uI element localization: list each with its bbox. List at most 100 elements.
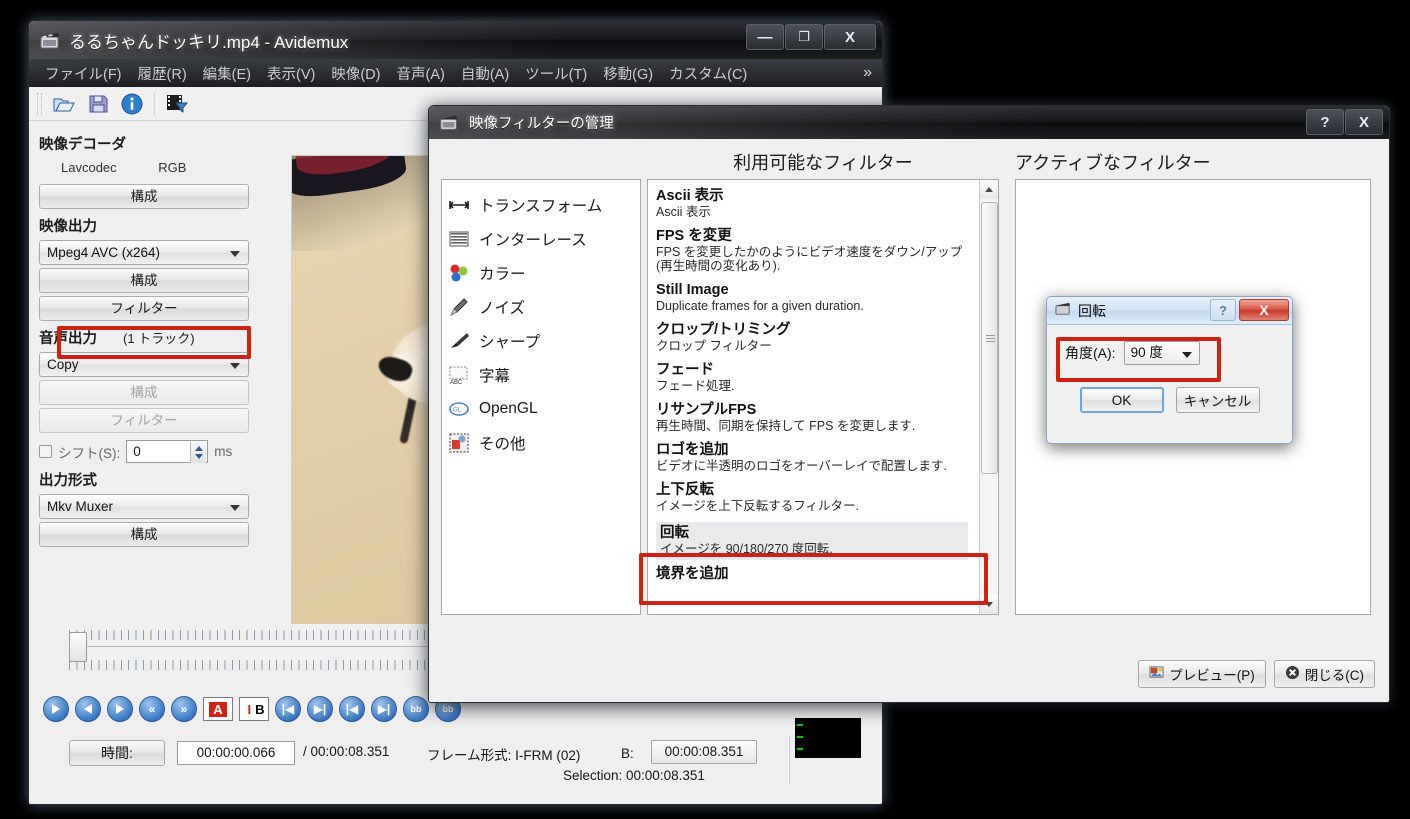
filter-item-ascii[interactable]: Ascii 表示 Ascii 表示 (656, 188, 968, 219)
interlace-icon (448, 228, 470, 250)
menu-item-custom[interactable]: カスタム(C) (661, 63, 755, 84)
menu-item-edit[interactable]: 編集(E) (195, 63, 259, 84)
b-marker-value[interactable]: 00:00:08.351 (651, 740, 757, 764)
rotate-help-button[interactable]: ? (1210, 299, 1236, 321)
sharpen-icon (448, 330, 470, 352)
close-button[interactable]: X (824, 24, 876, 50)
category-item-opengl[interactable]: GL OpenGL (448, 392, 634, 426)
rotate-dialog-titlebar[interactable]: 回転 ? X (1047, 297, 1292, 325)
rotate-cancel-button[interactable]: キャンセル (1175, 387, 1260, 413)
filter-dialog-titlebar[interactable]: 映像フィルターの管理 ? X (429, 106, 1389, 139)
toolbar-grip[interactable] (37, 92, 42, 115)
open-folder-icon[interactable] (52, 92, 76, 116)
play-button[interactable] (43, 696, 69, 722)
stepper-arrows[interactable] (190, 442, 207, 463)
film-clapper-icon (1055, 300, 1072, 322)
prev-black-frame-button[interactable]: bb (403, 696, 429, 722)
previous-frame-button[interactable] (75, 696, 101, 722)
rotate-ok-button[interactable]: OK (1079, 387, 1164, 413)
opengl-icon: GL (448, 398, 470, 420)
audio-configure-button[interactable]: 構成 (39, 380, 249, 405)
video-configure-button[interactable]: 構成 (39, 268, 249, 293)
audio-shift-unit: ms (214, 444, 233, 459)
menu-item-goto[interactable]: 移動(G) (595, 63, 661, 84)
available-filters-heading: 利用可能なフィルター (733, 153, 913, 173)
filter-item-rotate[interactable]: 回転 イメージを 90/180/270 度回転. (656, 522, 968, 560)
current-time-field[interactable]: 00:00:00.066 (177, 741, 295, 765)
save-disk-icon[interactable] (86, 92, 110, 116)
muxer-select[interactable]: Mkv Muxer (39, 494, 249, 519)
filter-dialog-title: 映像フィルターの管理 (469, 116, 614, 132)
filter-name: Still Image (656, 282, 729, 298)
filter-item-fade[interactable]: フェード フェード処理. (656, 362, 968, 393)
category-item-misc[interactable]: その他 (448, 426, 634, 460)
scroll-up-arrow-icon[interactable] (980, 180, 998, 199)
menu-item-auto[interactable]: 自動(A) (453, 63, 517, 84)
filter-item-still-image[interactable]: Still Image Duplicate frames for a given… (656, 282, 968, 313)
menu-item-view[interactable]: 表示(V) (259, 63, 323, 84)
close-dialog-button[interactable]: 閉じる(C) (1273, 660, 1375, 688)
marker-b-button[interactable]: IB (239, 697, 269, 721)
minimize-button[interactable]: — (746, 24, 784, 50)
audio-shift-stepper[interactable]: 0 (126, 440, 209, 463)
go-end-button[interactable]: ▶| (371, 696, 397, 722)
filter-item-crop[interactable]: クロップ/トリミング クロップ フィルター (656, 322, 968, 353)
filter-item-add-border[interactable]: 境界を追加 (656, 566, 968, 583)
category-item-transform[interactable]: トランスフォーム (448, 188, 634, 222)
category-item-color[interactable]: カラー (448, 256, 634, 290)
scrollbar-thumb[interactable] (981, 202, 998, 474)
filter-item-change-fps[interactable]: FPS を変更 FPS を変更したかのようにビデオ速度をダウン/アップ (再生時… (656, 228, 968, 273)
filter-category-list[interactable]: トランスフォーム インターレース カラー ノイズ シャープ ABC 字幕 GL … (441, 179, 641, 615)
menu-item-video[interactable]: 映像(D) (323, 63, 388, 84)
angle-select[interactable]: 90 度 (1123, 341, 1200, 365)
audio-output-heading: 音声出力 (1 トラック) (39, 327, 249, 348)
video-filter-button[interactable]: フィルター (39, 296, 249, 321)
next-keyframe-button[interactable]: ▶| (307, 696, 333, 722)
audio-filter-button[interactable]: フィルター (39, 408, 249, 433)
video-codec-select[interactable]: Mpeg4 AVC (x264) (39, 240, 249, 265)
decoder-configure-button[interactable]: 構成 (39, 184, 249, 209)
menu-item-audio[interactable]: 音声(A) (388, 63, 452, 84)
menu-overflow-chevron[interactable]: » (863, 64, 882, 82)
scroll-down-arrow-icon[interactable] (980, 595, 998, 614)
filter-dialog-close-button[interactable]: X (1345, 109, 1383, 135)
rotate-angle-row: 角度(A): 90 度 (1047, 325, 1292, 365)
muxer-configure-button[interactable]: 構成 (39, 522, 249, 547)
menu-item-file[interactable]: ファイル(F) (37, 63, 130, 84)
category-item-sharpen[interactable]: シャープ (448, 324, 634, 358)
maximize-button[interactable]: ❐ (785, 24, 823, 50)
menu-item-history[interactable]: 履歴(R) (130, 63, 195, 84)
filter-dialog-help-button[interactable]: ? (1306, 109, 1344, 135)
fast-forward-button[interactable]: » (171, 696, 197, 722)
available-filter-list[interactable]: Ascii 表示 Ascii 表示 FPS を変更 FPS を変更したかのように… (647, 179, 999, 615)
main-titlebar[interactable]: るるちゃんドッキリ.mp4 - Avidemux — ❐ X (29, 21, 882, 59)
video-filter-icon[interactable] (165, 92, 189, 116)
audio-shift-checkbox[interactable] (39, 445, 52, 458)
muxer-value: Mkv Muxer (47, 499, 114, 514)
time-button[interactable]: 時間: (69, 740, 165, 766)
filter-list-scrollbar[interactable] (979, 180, 998, 614)
info-icon[interactable] (120, 92, 144, 116)
prev-keyframe-button[interactable]: |◀ (275, 696, 301, 722)
main-window-title: るるちゃんドッキリ.mp4 - Avidemux (69, 32, 349, 52)
filter-item-add-logo[interactable]: ロゴを追加 ビデオに半透明のロゴをオーバーレイで配置します. (656, 442, 968, 473)
filter-item-resample-fps[interactable]: リサンプルFPS 再生時間、同期を保持して FPS を変更します. (656, 402, 968, 433)
rotate-close-button[interactable]: X (1239, 299, 1289, 321)
menu-item-tools[interactable]: ツール(T) (517, 63, 595, 84)
chevron-down-icon (230, 505, 240, 511)
rewind-button[interactable]: « (139, 696, 165, 722)
timeline-slider-handle[interactable] (69, 632, 87, 662)
filter-item-vertical-flip[interactable]: 上下反転 イメージを上下反転するフィルター. (656, 482, 968, 513)
preview-icon (1149, 665, 1164, 683)
category-item-interlace[interactable]: インターレース (448, 222, 634, 256)
next-frame-button[interactable] (107, 696, 133, 722)
preview-button[interactable]: プレビュー(P) (1138, 660, 1266, 688)
category-item-subtitle[interactable]: ABC 字幕 (448, 358, 634, 392)
marker-a-button[interactable]: A (203, 697, 233, 721)
filter-dialog-buttons: プレビュー(P) 閉じる(C) (1138, 660, 1375, 688)
filter-name: Ascii 表示 (656, 188, 724, 204)
filter-name: 回転 (660, 525, 689, 541)
go-start-button[interactable]: |◀ (339, 696, 365, 722)
audio-codec-select[interactable]: Copy (39, 352, 249, 377)
category-item-noise[interactable]: ノイズ (448, 290, 634, 324)
